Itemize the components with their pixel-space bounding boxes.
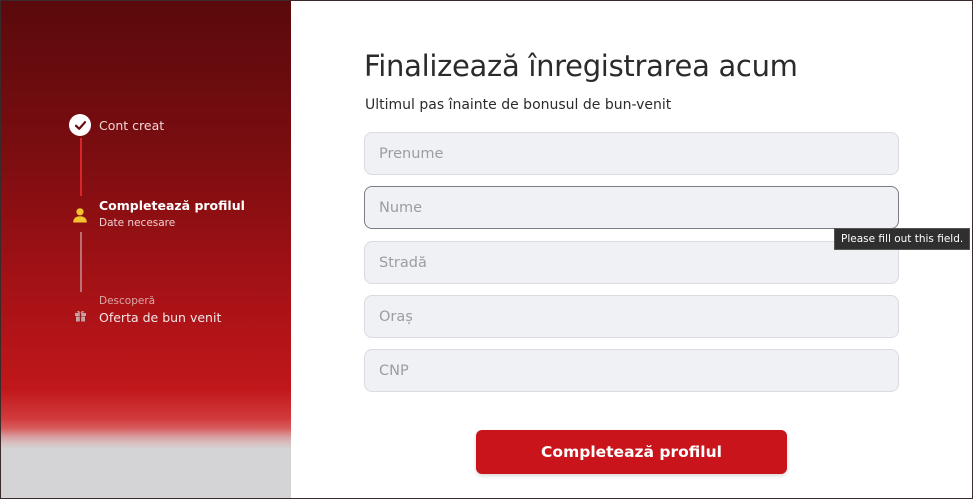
street-input[interactable] (364, 241, 899, 284)
step-connector (80, 232, 82, 292)
registration-window: Cont creat Completează profilul Date nec… (0, 0, 973, 499)
city-input[interactable] (364, 295, 899, 338)
step-subtitle: Date necesare (99, 217, 176, 229)
user-icon (69, 204, 91, 226)
cnp-input[interactable] (364, 349, 899, 392)
step-subtitle: Descoperă (99, 295, 156, 307)
last-name-input[interactable] (364, 186, 899, 229)
step-title: Oferta de bun venit (99, 310, 222, 325)
gift-icon (69, 304, 91, 326)
progress-sidebar: Cont creat Completează profilul Date nec… (1, 1, 291, 498)
validation-tooltip: Please fill out this field. (834, 228, 971, 250)
step-title: Cont creat (99, 118, 165, 133)
sidebar-fade (1, 429, 291, 498)
complete-profile-button[interactable]: Completează profilul (476, 430, 787, 474)
step-connector (80, 138, 82, 196)
page-subtitle: Ultimul pas înainte de bonusul de bun-ve… (365, 97, 672, 113)
first-name-input[interactable] (364, 132, 899, 175)
page-title: Finalizează înregistrarea acum (364, 49, 798, 83)
step-title: Completează profilul (99, 198, 245, 213)
check-icon (69, 114, 91, 136)
